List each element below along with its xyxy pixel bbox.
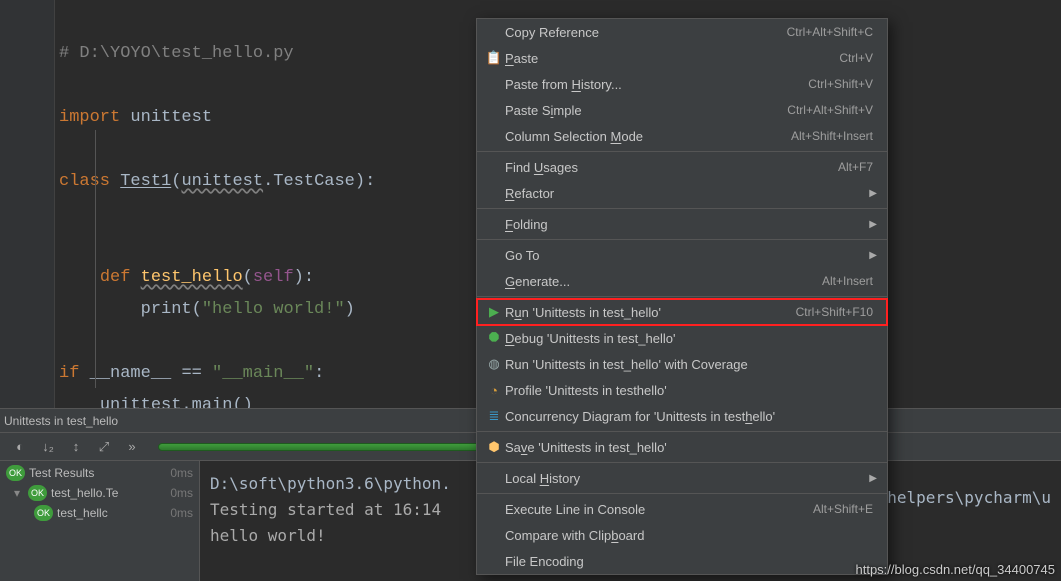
kw-def: def [100,268,141,287]
test-tree[interactable]: OK Test Results 0ms ▾ OK test_hello.Te 0… [0,461,200,581]
ctx-profile[interactable]: ◔Profile 'Unittests in testhello' [477,377,887,403]
ctx-refactor[interactable]: Refactor▶ [477,180,887,206]
ctx-coverage[interactable]: ◍Run 'Unittests in test_hello' with Cove… [477,351,887,377]
expand-icon[interactable]: ⤢ [92,435,116,459]
chevron-right-icon: ▶ [869,473,877,484]
ctx-save-config[interactable]: ⬢Save 'Unittests in test_hello' [477,434,887,460]
ctx-paste[interactable]: 📋PasteCtrl+V [477,45,887,71]
code-area[interactable]: # D:\YOYO\test_hello.py import unittest … [55,0,375,408]
play-icon: ▶ [483,304,505,320]
indent-guide [95,130,96,388]
console-line-3: hello world! [210,526,326,545]
ctx-separator [477,431,887,432]
kw-class: class [59,172,120,191]
python-icon: ⬢ [483,439,505,455]
chevron-right-icon: ▶ [869,250,877,261]
caret-icon[interactable]: ▾ [14,486,24,500]
ok-badge-icon: OK [6,465,25,481]
ctx-column-selection[interactable]: Column Selection ModeAlt+Shift+Insert [477,123,887,149]
console-line-1: D:\soft\python3.6\python. [210,474,451,493]
ctx-separator [477,462,887,463]
watermark: https://blog.csdn.net/qq_34400745 [856,562,1056,577]
bug-icon: ⯃ [483,330,505,346]
ctx-goto[interactable]: Go To▶ [477,242,887,268]
fn-name: test_hello [141,268,243,287]
ctx-concurrency[interactable]: ≣Concurrency Diagram for 'Unittests in t… [477,403,887,429]
ok-badge-icon: OK [28,485,47,501]
profile-icon: ◔ [483,383,505,398]
more-icon[interactable]: » [120,435,144,459]
kw-import: import [59,108,120,127]
fn-print: print [141,300,192,319]
ctx-debug[interactable]: ⯃Debug 'Unittests in test_hello' [477,325,887,351]
ctx-folding[interactable]: Folding▶ [477,211,887,237]
ctx-compare-clipboard[interactable]: Compare with Clipboard [477,522,887,548]
ctx-separator [477,493,887,494]
console-right: helpers\pycharm\u [887,488,1051,510]
coverage-icon: ◍ [483,356,505,372]
tree-node-1[interactable]: ▾ OK test_hello.Te 0ms [0,483,199,503]
ctx-find-usages[interactable]: Find UsagesAlt+F7 [477,154,887,180]
tree-node-2-label: test_hellc [57,506,108,520]
tree-root-label: Test Results [29,466,94,480]
tree-node-1-label: test_hello.Te [51,486,118,500]
toggle-tests-icon[interactable]: ◐ [8,435,32,459]
ctx-separator [477,208,887,209]
chevron-right-icon: ▶ [869,188,877,199]
console-line-2: Testing started at 16:14 [210,500,441,519]
tree-icon[interactable]: ↕ [64,435,88,459]
paste-icon: 📋 [483,50,505,66]
ctx-execute-line[interactable]: Execute Line in ConsoleAlt+Shift+E [477,496,887,522]
tree-root[interactable]: OK Test Results 0ms [0,463,199,483]
sort-icon[interactable]: ↓₂ [36,435,60,459]
context-menu: Copy ReferenceCtrl+Alt+Shift+C 📋PasteCtr… [476,18,888,575]
mod-unittest: unittest [120,108,212,127]
gutter [0,0,55,408]
ctx-copy-reference[interactable]: Copy ReferenceCtrl+Alt+Shift+C [477,19,887,45]
ctx-generate[interactable]: Generate...Alt+Insert [477,268,887,294]
chevron-right-icon: ▶ [869,219,877,230]
concurrency-icon: ≣ [483,408,505,424]
ctx-separator [477,239,887,240]
ctx-paste-history[interactable]: Paste from History...Ctrl+Shift+V [477,71,887,97]
class-name: Test1 [120,172,171,191]
tree-root-time: 0ms [170,466,199,480]
ctx-file-encoding[interactable]: File Encoding [477,548,887,574]
ctx-separator [477,151,887,152]
ctx-separator [477,296,887,297]
code-comment: # D:\YOYO\test_hello.py [59,44,294,63]
ctx-run[interactable]: ▶Run 'Unittests in test_hello'Ctrl+Shift… [477,299,887,325]
ctx-paste-simple[interactable]: Paste SimpleCtrl+Alt+Shift+V [477,97,887,123]
ctx-local-history[interactable]: Local History▶ [477,465,887,491]
ok-badge-icon: OK [34,505,53,521]
tree-node-2[interactable]: OK test_hellc 0ms [0,503,199,523]
